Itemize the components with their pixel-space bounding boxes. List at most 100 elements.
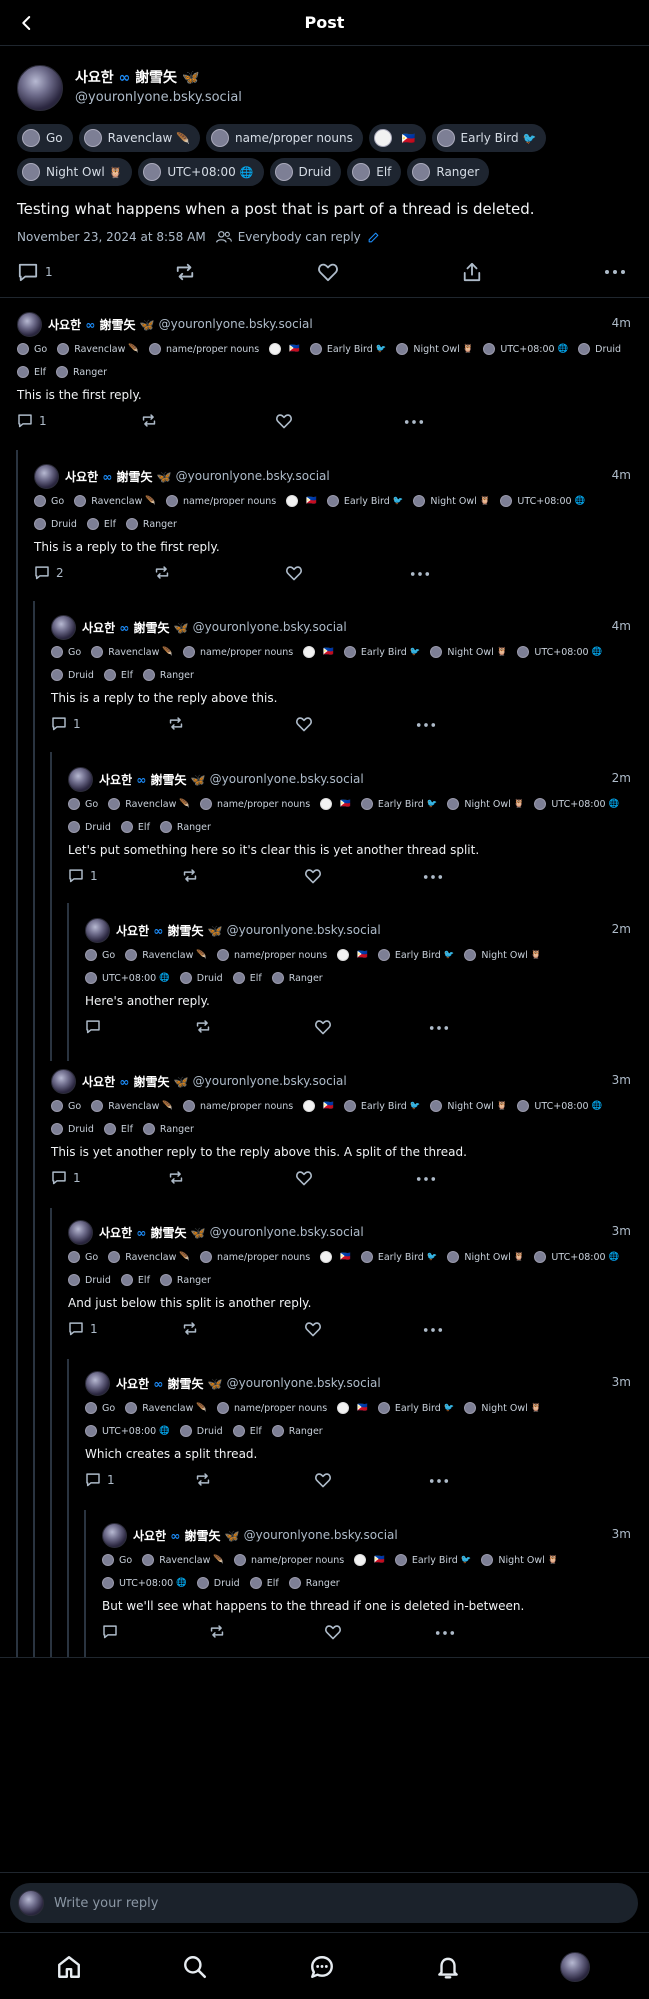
label-chip[interactable]: Go xyxy=(85,1399,115,1417)
avatar[interactable] xyxy=(85,1370,110,1396)
reply-post[interactable]: 사요한 ∞ 謝雪矢 🦋 @youronlyone.bsky.social 3m Go R… xyxy=(85,1370,631,1492)
handle[interactable]: @youronlyone.bsky.social xyxy=(227,923,381,937)
avatar[interactable] xyxy=(68,1219,93,1245)
label-chip[interactable]: UTC+08:00 🌐 xyxy=(85,969,170,987)
display-name[interactable]: 사요한 ∞ 謝雪矢 🦋 xyxy=(48,316,155,333)
handle[interactable]: @youronlyone.bsky.social xyxy=(176,469,330,483)
label-chip[interactable]: Ravenclaw 🪶 xyxy=(125,946,207,964)
reply-button[interactable]: 1 xyxy=(68,868,98,883)
handle[interactable]: @youronlyone.bsky.social xyxy=(210,772,364,786)
label-chip[interactable]: UTC+08:00 🌐 xyxy=(85,1422,170,1440)
handle[interactable]: @youronlyone.bsky.social xyxy=(227,1376,381,1390)
like-button[interactable] xyxy=(314,1472,332,1488)
label-chip[interactable]: Ranger xyxy=(271,969,323,987)
label-chip[interactable]: Ravenclaw 🪶 xyxy=(57,340,139,358)
repost-button[interactable] xyxy=(194,1019,212,1034)
more-button[interactable] xyxy=(410,571,430,577)
label-chip[interactable]: Ranger xyxy=(142,666,194,684)
display-name[interactable]: 사요한 ∞ 謝雪矢 🦋 xyxy=(65,468,172,485)
label-chip[interactable]: Elf xyxy=(120,1271,150,1289)
reply-post[interactable]: 사요한 ∞ 謝雪矢 🦋 @youronlyone.bsky.social 3m Go R… xyxy=(102,1522,631,1644)
avatar[interactable] xyxy=(34,463,59,489)
label-chip[interactable]: 🇵🇭 xyxy=(303,643,334,661)
label-chip[interactable]: name/proper nouns xyxy=(165,492,276,510)
like-button[interactable] xyxy=(304,868,322,884)
label-chip[interactable]: 🇵🇭 xyxy=(320,1248,351,1266)
reply-button[interactable]: 1 xyxy=(51,716,81,731)
repost-button[interactable] xyxy=(167,1170,185,1185)
tab-chat[interactable] xyxy=(302,1947,342,1987)
avatar[interactable] xyxy=(51,1068,76,1094)
label-chip[interactable]: 🇵🇭 xyxy=(337,946,368,964)
label-chip[interactable]: name/proper nouns xyxy=(148,340,259,358)
reply-post[interactable]: 사요한 ∞ 謝雪矢 🦋 @youronlyone.bsky.social 4m Go R… xyxy=(17,311,631,433)
label-chip[interactable]: 🇵🇭 xyxy=(320,795,351,813)
label-chip[interactable]: name/proper nouns xyxy=(182,643,293,661)
label-chip[interactable]: Ranger xyxy=(271,1422,323,1440)
label-chip[interactable]: Elf xyxy=(249,1574,279,1592)
more-button[interactable] xyxy=(604,268,626,276)
handle[interactable]: @youronlyone.bsky.social xyxy=(193,1074,347,1088)
display-name[interactable]: 사요한 ∞ 謝雪矢 🦋 xyxy=(99,771,206,788)
label-chip[interactable]: Elf xyxy=(232,969,262,987)
share-button[interactable] xyxy=(461,262,483,282)
label-chip[interactable]: Ranger xyxy=(159,818,211,836)
label-chip[interactable]: Ravenclaw 🪶 xyxy=(91,643,173,661)
display-name[interactable]: 사요한 ∞ 謝雪矢 🦋 xyxy=(75,68,242,88)
repost-button[interactable] xyxy=(174,262,196,282)
label-chip[interactable]: UTC+08:00 🌐 xyxy=(138,158,264,186)
handle[interactable]: @youronlyone.bsky.social xyxy=(210,1225,364,1239)
display-name[interactable]: 사요한 ∞ 謝雪矢 🦋 xyxy=(99,1224,206,1241)
label-chip[interactable]: Druid xyxy=(179,1422,223,1440)
display-name[interactable]: 사요한 ∞ 謝雪矢 🦋 xyxy=(116,1375,223,1392)
reply-button[interactable] xyxy=(102,1624,124,1639)
label-chip[interactable]: UTC+08:00 🌐 xyxy=(483,340,568,358)
label-chip[interactable]: 🇵🇭 xyxy=(337,1399,368,1417)
label-chip[interactable]: Druid xyxy=(269,158,342,186)
label-chip[interactable]: Early Bird 🐦 xyxy=(309,340,386,358)
avatar[interactable] xyxy=(17,311,42,337)
label-chip[interactable]: Druid xyxy=(51,1120,94,1138)
label-chip[interactable]: UTC+08:00 🌐 xyxy=(102,1574,187,1592)
label-chip[interactable]: Ranger xyxy=(159,1271,211,1289)
label-chip[interactable]: Early Bird 🐦 xyxy=(360,795,437,813)
display-name[interactable]: 사요한 ∞ 謝雪矢 🦋 xyxy=(82,619,189,636)
label-chip[interactable]: name/proper nouns xyxy=(182,1097,293,1115)
tab-notifications[interactable] xyxy=(428,1947,468,1987)
avatar[interactable] xyxy=(51,614,76,640)
reply-post[interactable]: 사요한 ∞ 謝雪矢 🦋 @youronlyone.bsky.social 4m Go R… xyxy=(51,614,631,736)
label-chip[interactable]: Early Bird 🐦 xyxy=(343,1097,420,1115)
repost-button[interactable] xyxy=(208,1624,226,1639)
label-chip[interactable]: Ravenclaw 🪶 xyxy=(125,1399,207,1417)
label-chip[interactable]: name/proper nouns xyxy=(216,1399,327,1417)
label-chip[interactable]: Night Owl 🦉 xyxy=(430,1097,507,1115)
label-chip[interactable]: Ravenclaw 🪶 xyxy=(91,1097,173,1115)
label-chip[interactable]: Ravenclaw 🪶 xyxy=(78,124,200,152)
label-chip[interactable]: Early Bird 🐦 xyxy=(431,124,547,152)
label-chip[interactable]: Druid xyxy=(196,1574,240,1592)
label-chip[interactable]: Go xyxy=(51,1097,81,1115)
label-chip[interactable]: Go xyxy=(68,795,98,813)
label-chip[interactable]: Elf xyxy=(103,666,133,684)
pencil-icon[interactable] xyxy=(367,231,380,244)
back-button[interactable] xyxy=(12,8,42,38)
display-name[interactable]: 사요한 ∞ 謝雪矢 🦋 xyxy=(116,922,223,939)
reply-post[interactable]: 사요한 ∞ 謝雪矢 🦋 @youronlyone.bsky.social 3m Go R… xyxy=(51,1068,631,1190)
tab-home[interactable] xyxy=(49,1947,89,1987)
label-chip[interactable]: Early Bird 🐦 xyxy=(360,1248,437,1266)
label-chip[interactable]: Druid xyxy=(68,818,111,836)
label-chip[interactable]: Go xyxy=(68,1248,98,1266)
label-chip[interactable]: UTC+08:00 🌐 xyxy=(534,795,619,813)
like-button[interactable] xyxy=(314,1019,332,1035)
like-button[interactable] xyxy=(275,413,293,429)
label-chip[interactable]: Druid xyxy=(68,1271,111,1289)
label-chip[interactable]: Ravenclaw 🪶 xyxy=(108,795,190,813)
repost-button[interactable] xyxy=(140,413,158,428)
display-name[interactable]: 사요한 ∞ 謝雪矢 🦋 xyxy=(133,1527,240,1544)
more-button[interactable] xyxy=(429,1478,449,1484)
more-button[interactable] xyxy=(435,1630,455,1636)
reply-button[interactable]: 1 xyxy=(17,413,47,428)
repost-button[interactable] xyxy=(153,565,171,580)
label-chip[interactable]: 🇵🇭 xyxy=(286,492,317,510)
reply-button[interactable]: 1 xyxy=(17,262,53,282)
